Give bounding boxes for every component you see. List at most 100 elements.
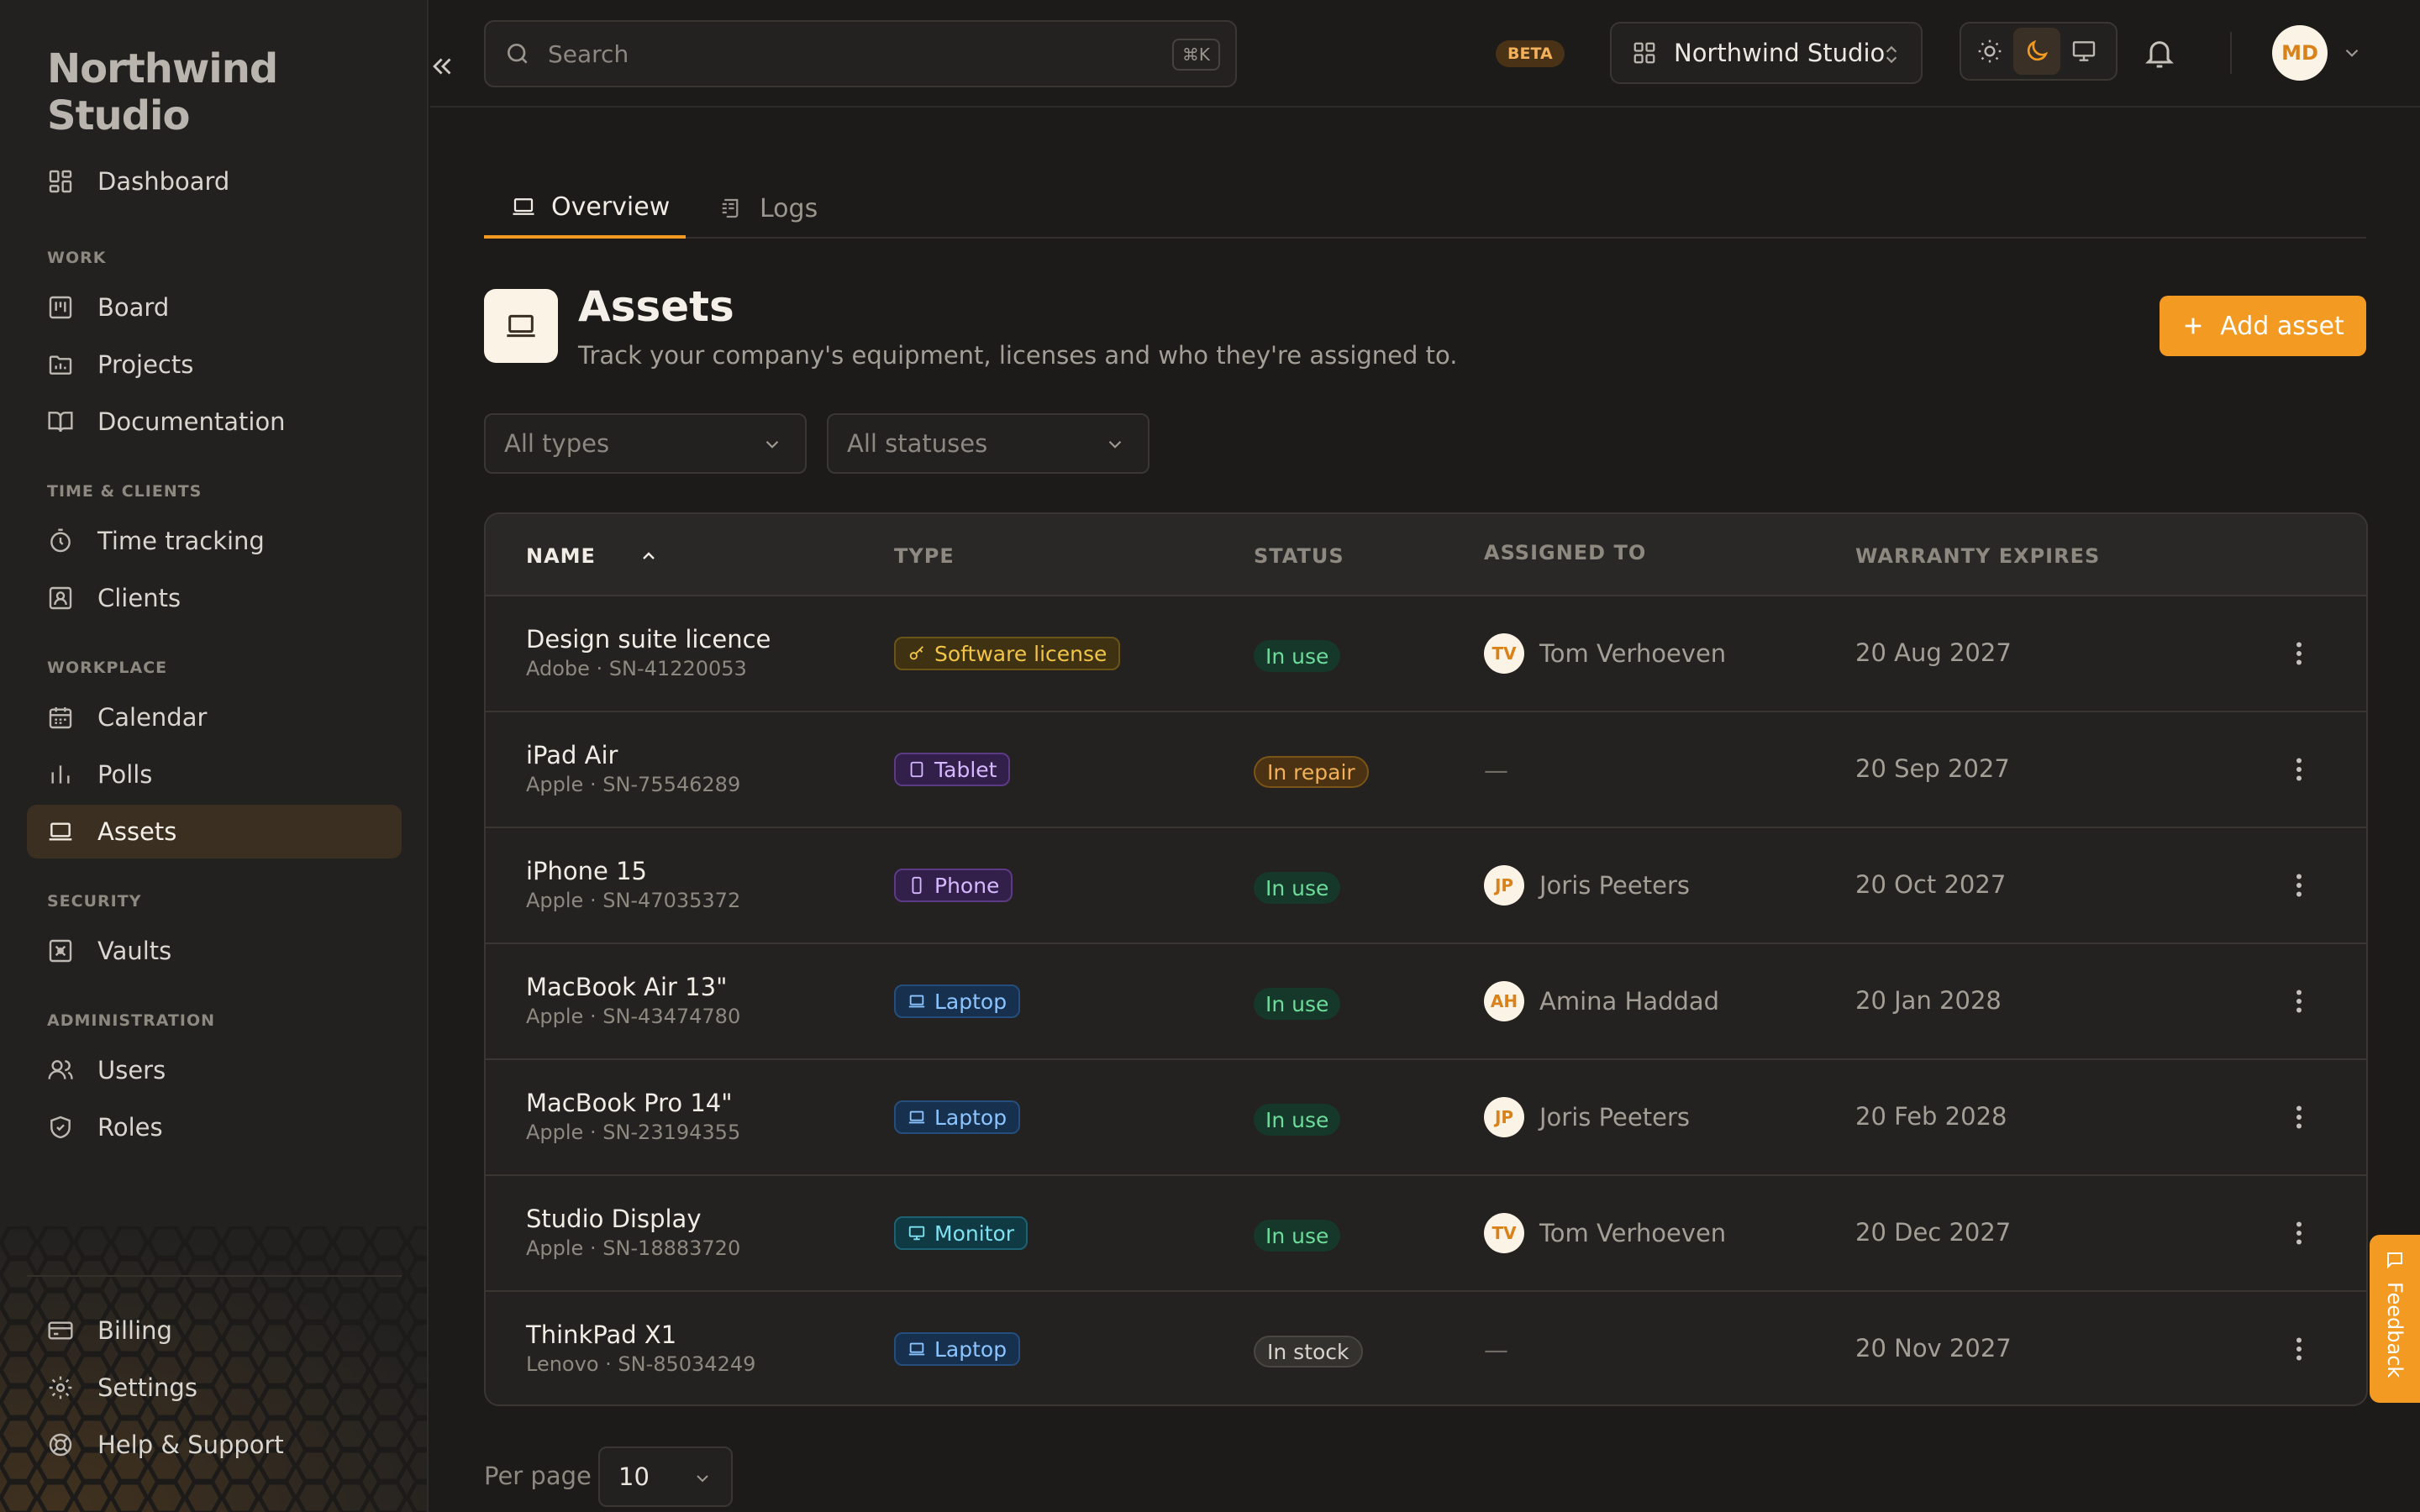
sidebar-item-help[interactable]: Help & Support	[27, 1418, 402, 1472]
system-theme-button[interactable]	[2060, 28, 2107, 75]
more-options-icon[interactable]	[2284, 986, 2314, 1016]
asset-name[interactable]: Studio Display	[526, 1205, 740, 1233]
laptop-icon	[908, 995, 925, 1008]
sidebar-item-clients[interactable]: Clients	[27, 571, 402, 625]
user-avatar[interactable]: MD	[2272, 25, 2328, 81]
type-filter-value: All types	[504, 429, 610, 458]
sidebar-item-dashboard[interactable]: Dashboard	[27, 155, 402, 208]
per-page-select[interactable]: 10	[598, 1446, 733, 1507]
type-badge: Software license	[894, 637, 1121, 670]
asset-name[interactable]: iPad Air	[526, 741, 740, 769]
sidebar-item-label: Clients	[97, 584, 182, 612]
asset-name[interactable]: Design suite licence	[526, 625, 771, 654]
asset-name[interactable]: MacBook Air 13"	[526, 973, 740, 1001]
table-row[interactable]: MacBook Pro 14" Apple · SN-23194355 Lapt…	[486, 1060, 2366, 1176]
warranty-date: 20 Oct 2027	[1855, 870, 2007, 899]
more-options-icon[interactable]	[2284, 754, 2314, 785]
chevron-down-icon	[697, 1475, 708, 1483]
asset-name[interactable]: iPhone 15	[526, 857, 740, 885]
sidebar-item-label: Calendar	[97, 703, 208, 732]
column-header-status[interactable]: STATUS	[1254, 544, 1344, 568]
status-badge: In use	[1254, 1220, 1341, 1252]
more-options-icon[interactable]	[2284, 638, 2314, 669]
type-label: Monitor	[934, 1221, 1015, 1246]
table-row[interactable]: iPad Air Apple · SN-75546289 Tablet In r…	[486, 712, 2366, 828]
sidebar-item-calendar[interactable]: Calendar	[27, 690, 402, 744]
table-row[interactable]: iPhone 15 Apple · SN-47035372 Phone In u…	[486, 828, 2366, 944]
sidebar-item-board[interactable]: Board	[27, 281, 402, 334]
sidebar-item-label: Billing	[97, 1316, 172, 1345]
more-options-icon[interactable]	[2284, 1102, 2314, 1132]
assignee: AH Amina Haddad	[1484, 981, 1719, 1021]
laptop-icon	[908, 1110, 925, 1124]
tab-logs[interactable]: Logs	[719, 178, 818, 239]
table-row[interactable]: Design suite licence Adobe · SN-41220053…	[486, 596, 2366, 712]
sidebar-item-documentation[interactable]: Documentation	[27, 395, 402, 449]
per-page-label: Per page	[484, 1462, 592, 1490]
column-header-name[interactable]: NAME	[526, 544, 655, 568]
brand-logo-text[interactable]: Northwind Studio	[47, 45, 427, 139]
topbar-divider	[2230, 32, 2232, 74]
chevron-down-icon[interactable]	[2341, 42, 2363, 64]
asset-serial: Apple · SN-23194355	[526, 1121, 741, 1144]
status-badge: In use	[1254, 640, 1341, 672]
table-row[interactable]: ThinkPad X1 Lenovo · SN-85034249 Laptop …	[486, 1292, 2366, 1404]
add-asset-label: Add asset	[2220, 311, 2344, 341]
collapse-sidebar-icon[interactable]	[429, 52, 457, 81]
sidebar-item-label: Assets	[97, 817, 177, 846]
sidebar-item-assets[interactable]: Assets	[27, 805, 402, 858]
more-options-icon[interactable]	[2284, 1334, 2314, 1364]
asset-name-cell: MacBook Air 13" Apple · SN-43474780	[526, 973, 740, 1028]
sidebar-item-projects[interactable]: Projects	[27, 338, 402, 391]
sidebar-item-vaults[interactable]: Vaults	[27, 924, 402, 978]
warranty-date: 20 Feb 2028	[1855, 1102, 2007, 1131]
assignee-name: Amina Haddad	[1539, 987, 1720, 1016]
tab-overview[interactable]: Overview	[484, 178, 686, 239]
asset-serial: Apple · SN-43474780	[526, 1005, 741, 1028]
tablet-icon	[910, 761, 923, 778]
sidebar-item-label: Time tracking	[97, 527, 265, 555]
light-theme-button[interactable]	[1966, 28, 2013, 75]
column-header-type[interactable]: TYPE	[894, 544, 955, 568]
status-filter-select[interactable]: All statuses	[827, 413, 1150, 474]
vault-icon	[49, 939, 72, 963]
type-label: Software license	[934, 641, 1107, 666]
asset-name[interactable]: MacBook Pro 14"	[526, 1089, 740, 1117]
sidebar-item-label: Settings	[97, 1373, 197, 1402]
assignee-avatar: TV	[1484, 1213, 1524, 1253]
sidebar-item-roles[interactable]: Roles	[27, 1100, 402, 1154]
asset-serial: Apple · SN-75546289	[526, 773, 741, 796]
sidebar-item-polls[interactable]: Polls	[27, 748, 402, 801]
sidebar-item-label: Polls	[97, 760, 153, 789]
asset-serial: Apple · SN-18883720	[526, 1236, 741, 1260]
sidebar-item-time-tracking[interactable]: Time tracking	[27, 514, 402, 568]
type-filter-select[interactable]: All types	[484, 413, 807, 474]
sidebar-item-billing[interactable]: Billing	[27, 1304, 402, 1357]
workspace-switcher[interactable]: Northwind Studio	[1610, 22, 1923, 84]
more-options-icon[interactable]	[2284, 870, 2314, 900]
type-label: Laptop	[934, 1336, 1007, 1362]
more-options-icon[interactable]	[2284, 1218, 2314, 1248]
feedback-button[interactable]: Feedback	[2370, 1235, 2420, 1403]
sidebar-item-label: Users	[97, 1056, 166, 1084]
assignee-name: Joris Peeters	[1539, 1103, 1690, 1131]
column-header-warranty[interactable]: WARRANTY EXPIRES	[1855, 544, 2100, 568]
search-input[interactable]	[548, 39, 1136, 68]
sidebar-item-settings[interactable]: Settings	[27, 1361, 402, 1415]
book-icon	[48, 412, 73, 433]
type-label: Laptop	[934, 1105, 1007, 1130]
shield-icon	[50, 1116, 71, 1139]
notification-bell-icon[interactable]	[2143, 37, 2176, 71]
table-row[interactable]: Studio Display Apple · SN-18883720 Monit…	[486, 1176, 2366, 1292]
search-box[interactable]: ⌘K	[484, 20, 1237, 87]
dark-theme-button[interactable]	[2013, 28, 2060, 75]
asset-name[interactable]: ThinkPad X1	[526, 1320, 755, 1349]
logs-icon	[722, 198, 739, 218]
warranty-date: 20 Sep 2027	[1855, 754, 2010, 783]
add-asset-button[interactable]: Add asset	[2160, 296, 2366, 356]
column-header-assigned-to[interactable]: ASSIGNED TO	[1484, 541, 1646, 564]
monitor-icon	[2072, 41, 2096, 61]
sidebar-item-users[interactable]: Users	[27, 1043, 402, 1097]
table-row[interactable]: MacBook Air 13" Apple · SN-43474780 Lapt…	[486, 944, 2366, 1060]
tab-label: Overview	[551, 192, 671, 222]
